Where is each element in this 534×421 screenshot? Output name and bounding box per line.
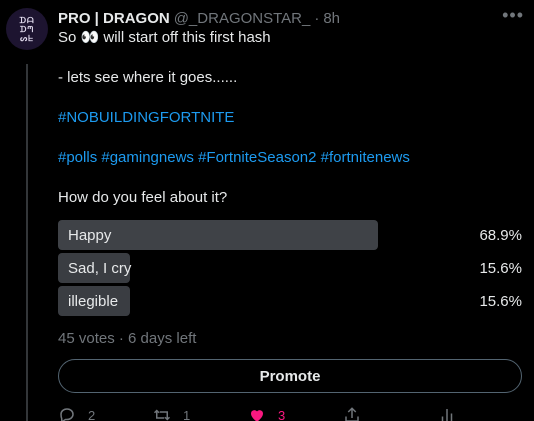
avatar[interactable]: ᗪᗩ ᗪᘉ ᔕᖶ (6, 8, 48, 50)
timestamp[interactable]: 8h (323, 10, 340, 27)
share-button[interactable] (343, 406, 438, 421)
heart-icon (251, 410, 263, 421)
tweet-line: So 👀 will start off this first hash (58, 29, 271, 46)
author-name[interactable]: PRO | DRAGON (58, 10, 170, 27)
hashtag-line[interactable]: #NOBUILDINGFORTNITE (58, 108, 524, 128)
poll-option[interactable]: Happy 68.9% (58, 220, 524, 250)
poll-option-label: Sad, I cry (68, 259, 132, 277)
like-count: 3 (278, 407, 286, 421)
tweet-line: - lets see where it goes...... (58, 69, 238, 86)
action-bar: 2 1 3 (58, 405, 524, 421)
tweet-line-gap (58, 168, 524, 188)
poll-option-label: illegible (68, 292, 119, 310)
hashtag-line[interactable]: #polls #gamingnews #FortniteSeason2 #for… (58, 148, 524, 168)
reply-icon (60, 408, 74, 421)
tweet-content: PRO | DRAGON @_DRAGONSTAR_ · 8h ••• So 👀… (58, 6, 524, 421)
poll-meta: 45 votes · 6 days left (58, 330, 197, 347)
analytics-button[interactable] (438, 406, 456, 421)
poll-option[interactable]: illegible 15.6% (58, 286, 524, 316)
avatar-logo: ᗪᗩ ᗪᘉ ᔕᖶ (19, 15, 35, 43)
poll: Happy 68.9% Sad, I cry 15.6% illegible 1… (58, 220, 524, 316)
tweet-header: PRO | DRAGON @_DRAGONSTAR_ · 8h (58, 8, 524, 28)
poll-option-percent: 68.9% (479, 227, 522, 244)
poll-option[interactable]: Sad, I cry 15.6% (58, 253, 524, 283)
thread-line (26, 64, 28, 421)
tweet-line-gap (58, 128, 524, 148)
promote-button[interactable]: Promote (58, 359, 522, 393)
share-icon (345, 407, 359, 421)
author-handle[interactable]: @_DRAGONSTAR_ (174, 10, 311, 27)
retweet-button[interactable]: 1 (153, 406, 248, 421)
poll-option-percent: 15.6% (479, 293, 522, 310)
separator: · (314, 9, 320, 27)
like-button[interactable]: 3 (248, 406, 343, 421)
retweet-count: 1 (183, 407, 191, 421)
reply-count: 2 (88, 407, 96, 421)
poll-option-label: Happy (68, 226, 112, 244)
tweet-text: So 👀 will start off this first hash - le… (58, 28, 524, 208)
reply-button[interactable]: 2 (58, 406, 153, 421)
analytics-icon (441, 409, 453, 421)
poll-question: How do you feel about it? (58, 189, 228, 206)
retweet-icon (153, 409, 171, 421)
more-icon[interactable]: ••• (502, 6, 524, 24)
tweet-line (58, 48, 524, 68)
tweet-line (58, 88, 524, 108)
poll-option-percent: 15.6% (479, 260, 522, 277)
